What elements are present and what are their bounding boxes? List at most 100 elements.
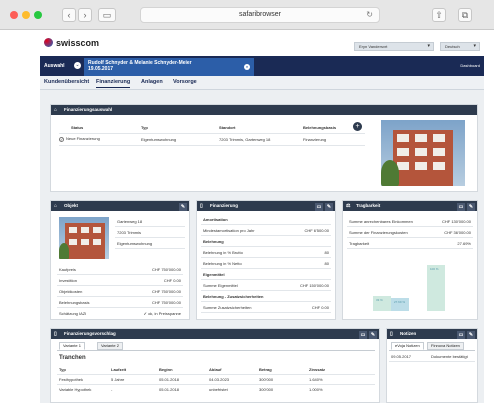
window-icon: ▭ — [316, 204, 322, 210]
address-bar[interactable]: safaribrowser ↻ — [140, 7, 380, 23]
dashboard-link[interactable]: Dashboard — [460, 63, 480, 68]
url-text: safaribrowser — [238, 11, 281, 18]
sidebar-icon: ▭ — [102, 10, 112, 20]
panel-header: ⚖ Tragbarkeit ▭ ✎ — [343, 201, 477, 211]
address-city: 7203 Trimmis — [117, 230, 142, 235]
finanzierung-row-label: Belehnung - Zusatzsicherheiten — [203, 294, 264, 299]
plus-icon: + — [355, 123, 360, 130]
tab-kundenuebersicht[interactable]: Kundenübersicht — [44, 79, 89, 85]
investition-value: CHF 0.00 — [163, 278, 181, 283]
main-content: ⌂ Finanzierungsauswahl Status Typ Standor… — [40, 90, 484, 403]
pencil-icon: ✎ — [468, 332, 474, 338]
close-window-button[interactable] — [10, 11, 18, 19]
pencil-icon: ✎ — [326, 204, 332, 210]
tragbarkeit-label: Tragbarkeit — [349, 241, 370, 246]
tragbarkeit-panel: ⚖ Tragbarkeit ▭ ✎ Summe anrechenbares Eink… — [342, 200, 478, 320]
document-icon: ▯ — [390, 331, 393, 337]
chevron-right-icon: › — [83, 10, 87, 20]
finanzierung-row-label: Summe Eigenmittel — [203, 283, 238, 288]
minimize-window-button[interactable] — [22, 11, 30, 19]
scale-icon: ⚖ — [346, 203, 351, 209]
share-button[interactable]: ⇧ — [432, 8, 446, 22]
panel-header: ▯ Finanzierungsvorschlag ▭ ✎ — [51, 329, 379, 339]
edit-button[interactable]: ✎ — [467, 331, 475, 339]
chevron-down-icon[interactable]: ⌄ — [74, 62, 81, 69]
kosten-value: CHF 36'000.00 — [444, 230, 471, 235]
tragbarkeit-bar-label: 100 % — [430, 267, 439, 271]
panel-header: ⌂ Objekt ✎ — [51, 201, 189, 211]
finanzierung-row-label: Eigenmittel — [203, 272, 225, 277]
tabs-button[interactable]: ⧉ — [458, 8, 472, 22]
note-date: 09.05.2017 — [391, 354, 412, 359]
tab-finnova-notizen[interactable]: Finnova Notizen — [427, 342, 464, 350]
finanzierung-row-label: Belehnung in % Netto — [203, 261, 242, 266]
tab-vorsorge[interactable]: Vorsorge — [173, 79, 197, 85]
finanzierung-panel: ▯ Finanzierung ▭ ✎ Amortisation Mindestamor… — [196, 200, 336, 320]
brand-logo: swisscom — [44, 38, 99, 48]
edit-button[interactable]: ✎ — [325, 203, 333, 211]
tab-evoja-notizen[interactable]: eVoja Notizen — [391, 342, 424, 350]
tab-anlagen[interactable]: Anlagen — [141, 79, 163, 85]
finanzierung-row-label: Belehnung in % Brutto — [203, 250, 243, 255]
finanzierung-row-value: CHF 6'500.00 — [304, 228, 329, 233]
table-cell: Variable Hypothek — [59, 387, 92, 392]
table-row[interactable]: ✓ Neue Finanzierung — [59, 136, 100, 142]
schaetzung-label: Schätzung IAZI — [59, 311, 87, 316]
share-icon: ⇧ — [435, 10, 443, 20]
column-header: Betrag — [259, 367, 272, 372]
table-cell: 300'000 — [259, 377, 274, 382]
forward-button[interactable]: › — [78, 8, 92, 22]
finanzierung-row-value: CHF 150'000.00 — [299, 283, 329, 288]
pencil-icon: ✎ — [180, 204, 186, 210]
main-nav: Kundenübersicht Finanzierung Anlagen Vor… — [40, 76, 484, 90]
table-cell: 05.01.2018 — [159, 387, 180, 392]
back-button[interactable]: ‹ — [62, 8, 76, 22]
home-icon: ⌂ — [54, 203, 58, 209]
finanzierungsauswahl-panel: ⌂ Finanzierungsauswahl Status Typ Standor… — [50, 104, 478, 192]
minimize-button[interactable]: ▭ — [359, 331, 367, 339]
user-select[interactable]: Eryn Vandersvrt — [354, 42, 434, 51]
finanzierung-row-value: 80 — [324, 250, 329, 255]
close-icon[interactable]: × — [244, 64, 250, 70]
minimize-button[interactable]: ▭ — [315, 203, 323, 211]
table-cell: 300'000 — [259, 387, 274, 392]
panel-header: ▯ Notizen ▭ ✎ — [387, 329, 477, 339]
tragbarkeit-value: 27.69% — [457, 241, 471, 246]
property-thumbnail — [59, 217, 109, 259]
finanzierung-row-value: CHF 0.00 — [311, 305, 329, 310]
table-cell: - — [111, 387, 113, 392]
reload-icon[interactable]: ↻ — [366, 8, 373, 22]
edit-button[interactable]: ✎ — [179, 203, 187, 211]
tragbarkeit-bar-label: 33 % — [376, 298, 383, 302]
sidebar-toggle-button[interactable]: ▭ — [98, 8, 116, 22]
edit-button[interactable]: ✎ — [467, 203, 475, 211]
kosten-label: Summe der Finanzierungskosten — [349, 230, 408, 235]
client-tab[interactable]: Rudolf Schnyder & Melanie Schnyder-Meier… — [84, 58, 254, 76]
einkommen-value: CHF 130'000.00 — [441, 219, 471, 224]
client-bar: Auswahl ⌄ Rudolf Schnyder & Melanie Schn… — [40, 56, 484, 76]
tab-finanzierung[interactable]: Finanzierung — [96, 79, 131, 88]
window-icon: ▭ — [360, 332, 366, 338]
table-cell: 5 Jahre — [111, 377, 125, 382]
finanzierung-row-label: Amortisation — [203, 217, 228, 222]
tab-variante-1[interactable]: Variante 1 — [59, 342, 85, 350]
minimize-button[interactable]: ▭ — [457, 331, 465, 339]
add-finanzierung-button[interactable]: + — [353, 122, 362, 131]
zoom-window-button[interactable] — [34, 11, 42, 19]
table-cell: Festhypothek — [59, 377, 84, 382]
edit-button[interactable]: ✎ — [369, 331, 377, 339]
panel-header: ▯ Finanzierung ▭ ✎ — [197, 201, 335, 211]
note-text: Dokumente bestätigt — [431, 354, 468, 359]
objektkosten-value: CHF 750'000.00 — [151, 289, 181, 294]
language-select[interactable]: Deutsch — [440, 42, 480, 51]
column-header: Laufzeit — [111, 367, 127, 372]
auswahl-label[interactable]: Auswahl — [44, 63, 65, 69]
tragbarkeit-bar-label: 27.69 % — [394, 300, 406, 304]
minimize-button[interactable]: ▭ — [457, 203, 465, 211]
finanzierung-row-label: Belehnung — [203, 239, 224, 244]
kaufpreis-value: CHF 750'000.00 — [151, 267, 181, 272]
tab-variante-2[interactable]: Variante 2 — [97, 342, 123, 350]
property-image — [381, 120, 465, 186]
table-cell-typ: Eigentumswohnung — [141, 137, 177, 142]
window-icon: ▭ — [458, 332, 464, 338]
